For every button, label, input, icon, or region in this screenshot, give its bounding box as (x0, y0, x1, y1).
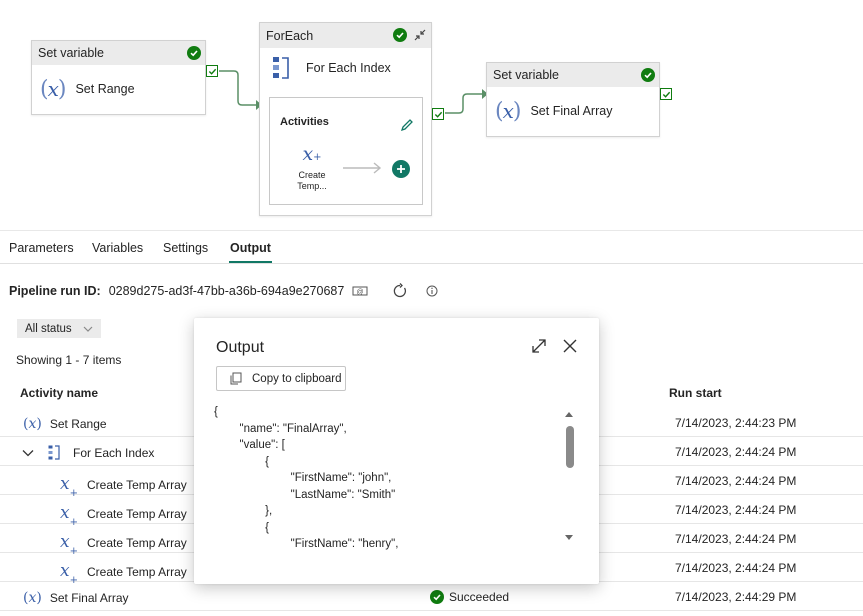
json-line: "LastName": "Smith" (214, 488, 396, 501)
status-text: Succeeded (449, 590, 510, 604)
append-variable-icon: x+ (302, 143, 322, 165)
success-output-check-icon[interactable] (206, 65, 218, 77)
foreach-node-label: For Each Index (306, 61, 391, 75)
arrow-right-icon (343, 162, 382, 174)
status-filter-dropdown[interactable]: All status (17, 319, 101, 338)
pipeline-run-id: Pipeline run ID: 0289d275-ad3f-47bb-a36b… (9, 283, 438, 299)
column-activity-name[interactable]: Activity name (20, 386, 98, 400)
info-icon[interactable] (426, 285, 438, 297)
plus-circle-icon[interactable] (392, 160, 410, 178)
copy-to-clipboard-button[interactable]: Copy to clipboard (216, 366, 346, 391)
scrollbar-thumb[interactable] (566, 426, 574, 468)
run-id-label: Pipeline run ID: (9, 284, 101, 298)
inner-activity-label-line1: Create (298, 170, 326, 180)
collapse-icon[interactable] (413, 28, 427, 42)
run-start: 7/14/2023, 2:44:24 PM (675, 532, 797, 546)
output-dialog: Output Copy to clipboard { "name": "Fina… (194, 318, 599, 584)
run-start: 7/14/2023, 2:44:24 PM (675, 503, 797, 517)
tab-variables[interactable]: Variables (92, 241, 143, 255)
close-icon[interactable] (562, 338, 578, 354)
foreach-activities-container[interactable]: Activities x+ Create Temp... (269, 97, 423, 205)
expand-icon[interactable] (531, 338, 547, 354)
tab-parameters[interactable]: Parameters (9, 241, 74, 255)
status-filter-label: All status (25, 322, 72, 335)
append-variable-icon: x+ (60, 561, 78, 587)
json-line: "FirstName": "henry", (214, 538, 399, 550)
active-tab-indicator (229, 261, 272, 263)
check-circle-icon (393, 28, 407, 42)
json-line: "value": [ (214, 439, 285, 451)
append-variable-icon: x+ (60, 503, 78, 529)
activities-title: Activities (280, 116, 329, 128)
pipeline-canvas: Set variable (x) Set Range ForEach For E… (0, 0, 863, 226)
table-row[interactable]: (x) Set Final Array Succeeded 7/14/2023,… (0, 582, 863, 611)
set-range-node[interactable]: Set variable (x) Set Range (31, 40, 206, 115)
foreach-node-type: ForEach (266, 28, 314, 43)
inner-activity-label-line2: Temp... (297, 181, 327, 191)
success-output-check-icon[interactable] (432, 108, 444, 120)
foreach-icon (273, 57, 289, 79)
run-start: 7/14/2023, 2:44:29 PM (675, 590, 797, 604)
json-line: "name": "FinalArray", (214, 422, 347, 435)
set-final-node-label: Set Final Array (530, 104, 613, 118)
output-json-view[interactable]: { "name": "FinalArray", "value": [ { "Fi… (214, 404, 559, 554)
activity-name[interactable]: Create Temp Array (87, 536, 187, 550)
activity-name[interactable]: Set Final Array (50, 591, 129, 605)
dialog-title: Output (216, 339, 265, 356)
set-final-node-type: Set variable (493, 68, 560, 82)
foreach-icon (48, 445, 60, 460)
activity-name[interactable]: For Each Index (73, 446, 154, 460)
scroll-down-icon[interactable] (564, 534, 574, 542)
append-variable-icon: x+ (60, 532, 78, 558)
json-line: "FirstName": "john", (214, 472, 392, 484)
run-start: 7/14/2023, 2:44:24 PM (675, 445, 797, 459)
append-variable-icon: x+ (60, 474, 78, 500)
chevron-down-icon[interactable] (22, 448, 34, 458)
json-scrollbar[interactable] (562, 408, 576, 546)
status-badge: Succeeded (430, 590, 509, 604)
copy-run-id-icon[interactable]: @ (352, 285, 368, 297)
set-final-array-node[interactable]: Set variable (x) Set Final Array (486, 62, 660, 137)
column-run-start[interactable]: Run start (669, 386, 722, 400)
variable-icon: (x) (495, 98, 521, 124)
json-line: { (214, 521, 269, 534)
run-start: 7/14/2023, 2:44:24 PM (675, 561, 797, 575)
foreach-node-header: ForEach (260, 23, 431, 48)
run-start: 7/14/2023, 2:44:23 PM (675, 416, 797, 430)
activity-name[interactable]: Create Temp Array (87, 507, 187, 521)
refresh-icon[interactable] (392, 283, 408, 299)
success-output-check-icon[interactable] (660, 88, 672, 100)
activity-name[interactable]: Create Temp Array (87, 565, 187, 579)
tab-output[interactable]: Output (230, 241, 271, 255)
properties-tabs: Parameters Variables Settings Output (0, 230, 863, 264)
variable-icon: (x) (23, 416, 42, 432)
svg-text:@: @ (357, 289, 364, 296)
activity-name[interactable]: Set Range (50, 417, 107, 431)
json-line: { (214, 455, 269, 468)
foreach-node[interactable]: ForEach For Each Index Activities x+ Cre… (259, 22, 432, 216)
chevron-down-icon (83, 326, 93, 332)
set-range-node-header: Set variable (32, 41, 205, 65)
activity-name[interactable]: Create Temp Array (87, 478, 187, 492)
check-circle-icon (430, 590, 444, 604)
json-line: { (214, 406, 218, 418)
run-start: 7/14/2023, 2:44:24 PM (675, 474, 797, 488)
scroll-up-icon[interactable] (564, 410, 574, 418)
copy-button-label: Copy to clipboard (252, 372, 342, 385)
variable-icon: (x) (23, 590, 42, 606)
run-id-value: 0289d275-ad3f-47bb-a36b-694a9e270687 (108, 284, 345, 298)
check-circle-icon (187, 46, 201, 60)
copy-icon (230, 372, 242, 385)
set-range-node-type: Set variable (38, 46, 105, 60)
inner-activity-create-temp[interactable]: x+ Create Temp... (288, 144, 336, 192)
json-line: }, (214, 505, 273, 517)
items-count: Showing 1 - 7 items (16, 353, 122, 367)
variable-icon: (x) (40, 76, 66, 102)
pencil-icon[interactable] (400, 118, 414, 132)
tab-settings[interactable]: Settings (163, 241, 208, 255)
set-final-node-header: Set variable (487, 63, 659, 87)
set-range-node-label: Set Range (75, 82, 135, 96)
check-circle-icon (641, 68, 655, 82)
